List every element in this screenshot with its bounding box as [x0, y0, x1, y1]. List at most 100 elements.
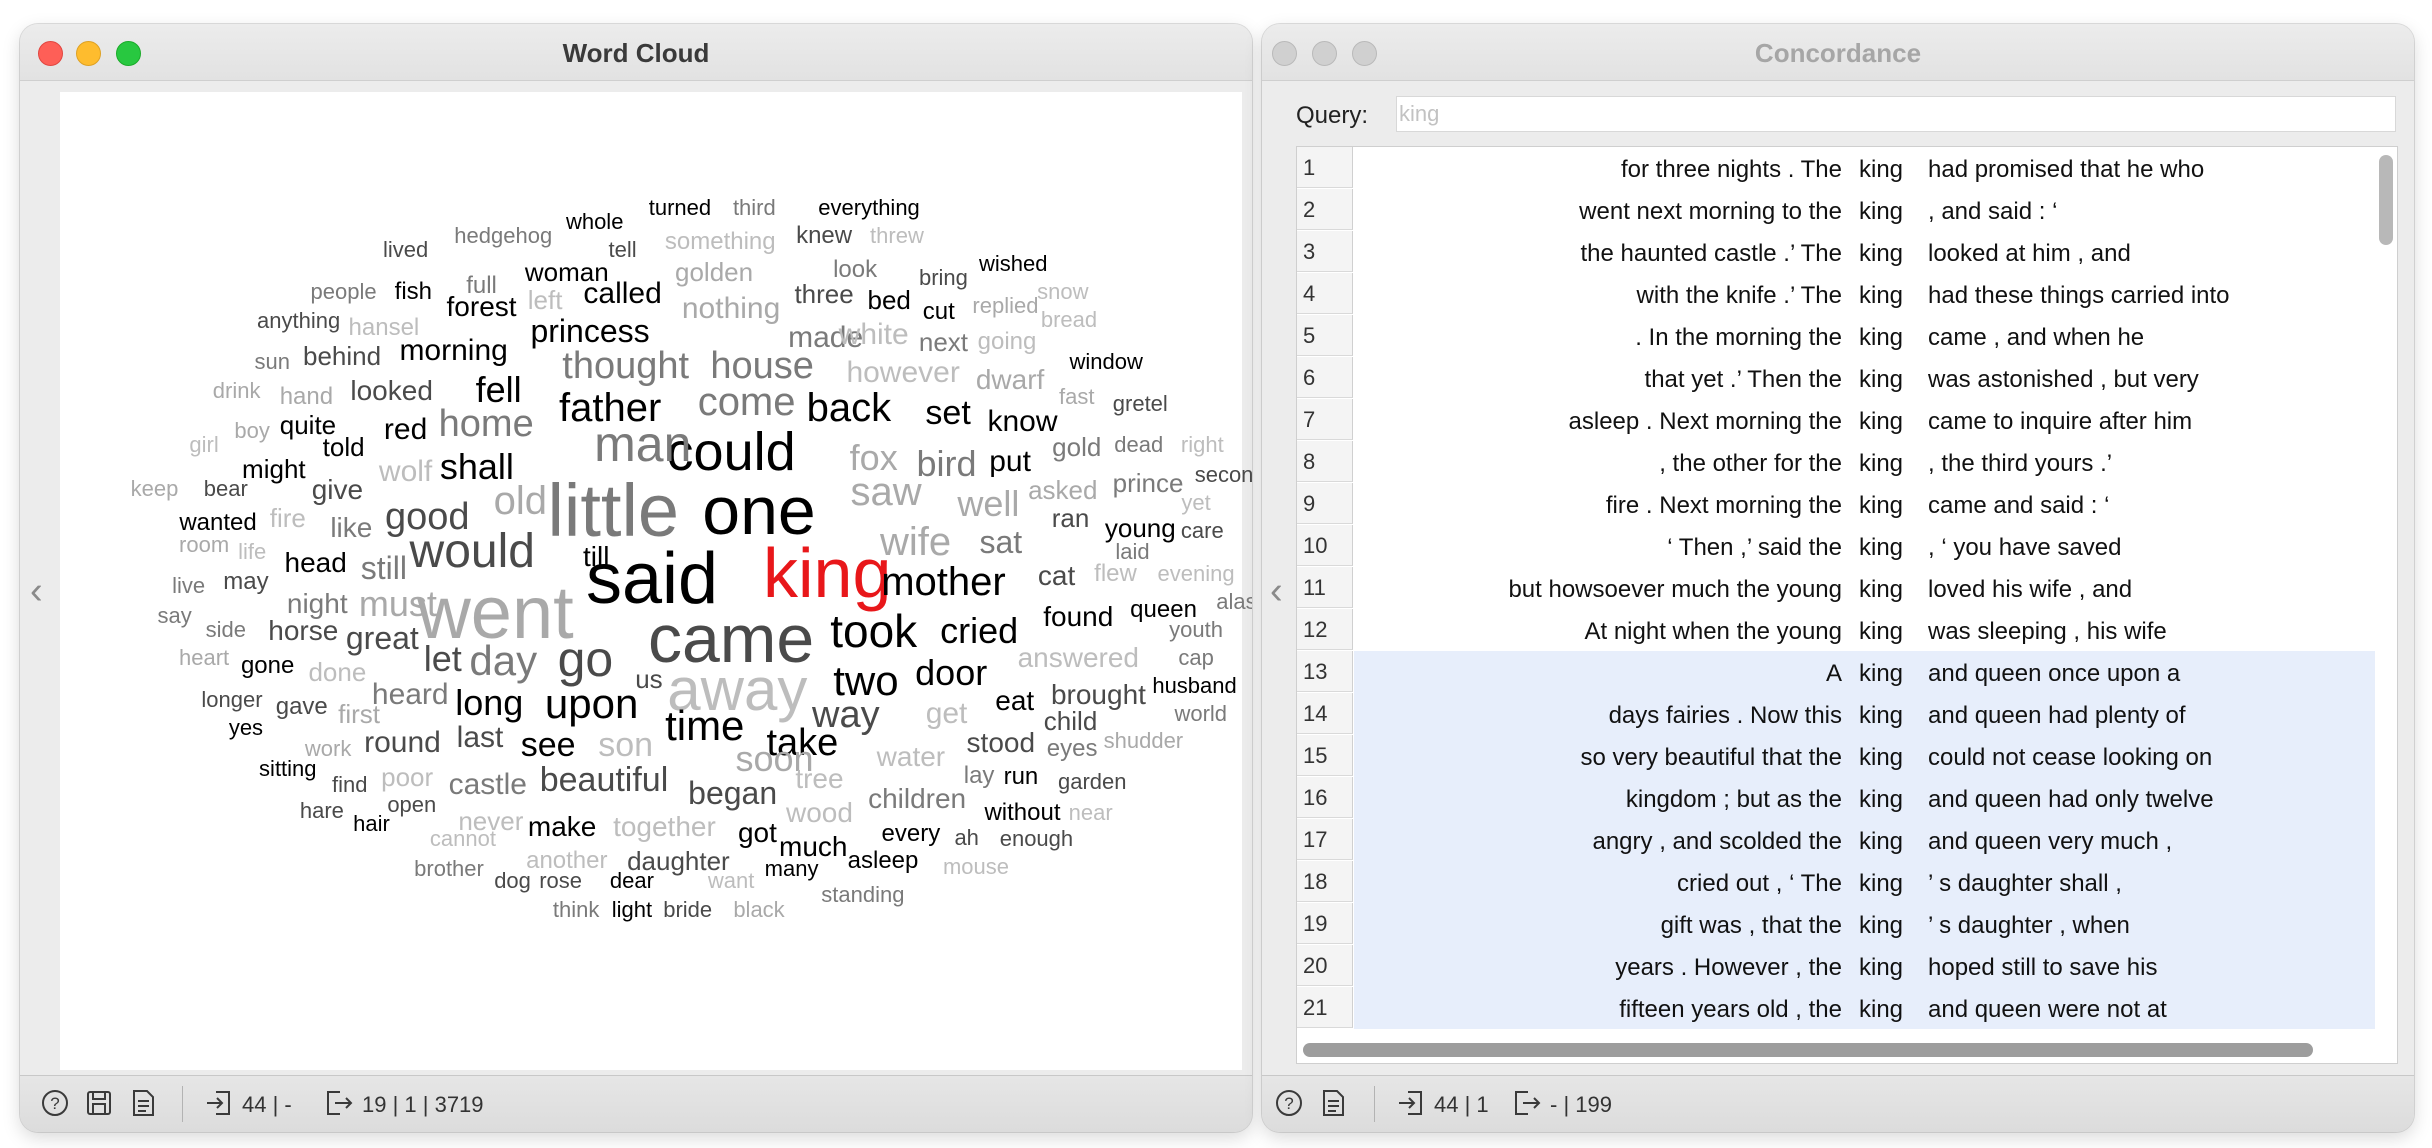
cloud-word[interactable]: horse — [268, 617, 338, 645]
cloud-word[interactable]: left — [528, 287, 563, 313]
vertical-scrollbar[interactable] — [2379, 155, 2393, 245]
cloud-word[interactable]: might — [242, 456, 306, 482]
cloud-word[interactable]: right — [1181, 434, 1224, 456]
cloud-word[interactable]: last — [457, 723, 504, 753]
cloud-word[interactable]: us — [635, 666, 662, 692]
help-icon[interactable]: ? — [40, 1088, 70, 1118]
cloud-word[interactable]: world — [1174, 702, 1227, 725]
cloud-word[interactable]: girl — [189, 434, 218, 456]
cloud-word[interactable]: door — [915, 655, 987, 691]
chevron-left-icon[interactable]: ‹ — [1270, 572, 1283, 610]
table-row[interactable]: 13 Aking and queen once upon a — [1297, 651, 2375, 693]
cloud-word[interactable]: lived — [383, 239, 428, 261]
cloud-word[interactable]: great — [346, 622, 419, 654]
cloud-word[interactable]: answered — [1018, 643, 1139, 672]
cloud-word[interactable]: father — [559, 388, 661, 428]
cloud-word[interactable]: son — [598, 728, 653, 762]
cloud-word[interactable]: threw — [870, 225, 924, 247]
cloud-word[interactable]: sitting — [259, 758, 316, 780]
cloud-word[interactable]: mouse — [943, 856, 1009, 878]
cloud-word[interactable]: told — [323, 434, 365, 460]
cloud-word[interactable]: took — [830, 608, 917, 654]
cloud-word[interactable]: dear — [610, 869, 654, 892]
report-icon[interactable] — [128, 1088, 158, 1118]
table-row[interactable]: 5 . In the morning the king came , and when… — [1297, 315, 2375, 357]
cloud-word[interactable]: find — [332, 773, 367, 796]
cloud-word[interactable]: everything — [818, 197, 920, 219]
cloud-word[interactable]: gretel — [1113, 392, 1168, 415]
table-row[interactable]: 14 days fairies . Now this king and queen h… — [1297, 693, 2375, 735]
concordance-table[interactable]: 21 fifteen years old , the king and queen w… — [1296, 146, 2398, 1064]
cloud-word[interactable]: know — [987, 407, 1057, 437]
cloud-word[interactable]: put — [989, 447, 1031, 477]
table-row[interactable]: 12 At night when the young king was sleepin… — [1297, 609, 2375, 651]
cloud-word[interactable]: heard — [372, 679, 449, 710]
cloud-word[interactable]: longer — [201, 688, 262, 711]
cloud-word[interactable]: wood — [786, 798, 853, 827]
cloud-word[interactable]: yes — [229, 716, 263, 739]
cloud-word[interactable]: little — [547, 473, 679, 548]
cloud-word[interactable]: tell — [609, 239, 637, 261]
cloud-word[interactable]: done — [308, 659, 366, 685]
cloud-word[interactable]: wolf — [379, 456, 432, 487]
cloud-word[interactable]: began — [688, 777, 777, 809]
cloud-word[interactable]: cap — [1178, 646, 1213, 669]
cloud-word[interactable]: well — [957, 486, 1019, 522]
cloud-word[interactable]: garden — [1058, 770, 1127, 793]
cloud-word[interactable]: poor — [381, 764, 433, 790]
table-row[interactable]: 16 kingdom ; but as the king and queen had … — [1297, 777, 2375, 819]
cloud-word[interactable]: asleep — [848, 848, 919, 873]
cloud-word[interactable]: hedgehog — [454, 225, 552, 247]
table-row[interactable]: 21 fifteen years old , the king and queen w… — [1297, 987, 2375, 1029]
cloud-word[interactable]: drink — [213, 380, 261, 402]
cloud-word[interactable]: head — [285, 549, 347, 577]
cloud-word[interactable]: look — [833, 258, 877, 282]
cloud-word[interactable]: laid — [1115, 541, 1149, 563]
cloud-word[interactable]: fell — [476, 371, 522, 408]
cloud-word[interactable]: asked — [1028, 477, 1097, 503]
cloud-word[interactable]: sat — [979, 526, 1022, 558]
cloud-word[interactable]: go — [558, 634, 614, 684]
cloud-word[interactable]: cannot — [430, 828, 496, 850]
cloud-word[interactable]: behind — [303, 343, 381, 369]
cloud-word[interactable]: bring — [919, 267, 968, 289]
cloud-word[interactable]: live — [172, 575, 205, 597]
cloud-word[interactable]: dwarf — [976, 366, 1044, 394]
cloud-word[interactable]: every — [882, 822, 941, 846]
cloud-word[interactable]: cried — [940, 613, 1018, 649]
cloud-word[interactable]: replied — [972, 294, 1038, 317]
cloud-word[interactable]: looked — [350, 377, 433, 405]
cloud-word[interactable]: dog — [494, 869, 531, 892]
cloud-word[interactable]: however — [846, 357, 959, 388]
cloud-word[interactable]: still — [361, 552, 407, 584]
cloud-word[interactable]: next — [919, 329, 968, 355]
cloud-word[interactable]: see — [521, 728, 576, 762]
cloud-word[interactable]: mother — [881, 562, 1006, 602]
cloud-word[interactable]: forest — [447, 293, 517, 321]
cloud-word[interactable]: tree — [795, 764, 843, 793]
cloud-word[interactable]: life — [238, 541, 266, 563]
cloud-word[interactable]: like — [330, 513, 372, 542]
cloud-word[interactable]: long — [455, 684, 523, 721]
cloud-word[interactable]: eyes — [1047, 737, 1098, 761]
cloud-word[interactable]: lay — [964, 763, 995, 788]
cloud-word[interactable]: gave — [276, 695, 328, 719]
cloud-word[interactable]: bed — [867, 287, 910, 313]
cloud-word[interactable]: till — [583, 543, 609, 571]
cloud-word[interactable]: many — [765, 857, 819, 880]
cloud-word[interactable]: hair — [353, 812, 390, 835]
cloud-word[interactable]: beautiful — [540, 763, 669, 797]
cloud-word[interactable]: bear — [204, 477, 248, 500]
table-row[interactable]: 1 for three nights . The king had promised … — [1297, 147, 2375, 189]
cloud-word[interactable]: way — [812, 696, 880, 734]
cloud-word[interactable]: wished — [979, 253, 1047, 275]
cloud-word[interactable]: fast — [1059, 386, 1094, 408]
cloud-word[interactable]: ah — [954, 826, 978, 849]
table-row[interactable]: 4 with the knife .’ The king had these thin… — [1297, 273, 2375, 315]
cloud-word[interactable]: fox — [850, 439, 898, 476]
cloud-word[interactable]: think — [553, 899, 599, 921]
cloud-word[interactable]: window — [1070, 350, 1143, 373]
cloud-word[interactable]: golden — [675, 259, 753, 285]
cloud-word[interactable]: bird — [917, 446, 977, 482]
cloud-word[interactable]: near — [1069, 801, 1113, 824]
